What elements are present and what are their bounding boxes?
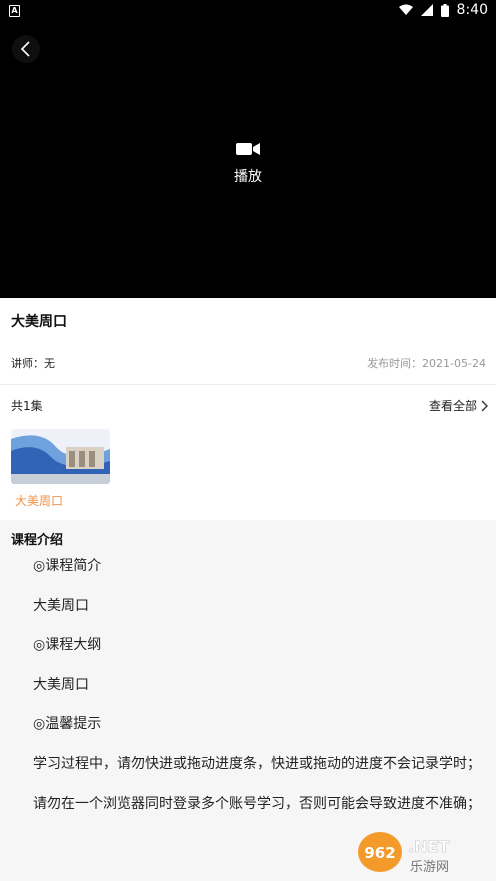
chevron-left-icon (20, 41, 30, 57)
publish-date: 发布时间：2021-05-24 (367, 357, 486, 370)
status-bar: A 8:40 (0, 0, 496, 21)
episode-thumbnail[interactable] (11, 429, 110, 484)
a-icon: A (9, 5, 20, 17)
divider (0, 384, 496, 385)
view-all-link[interactable]: 查看全部 (429, 397, 488, 414)
intro-paragraph: ◎课程简介 (33, 558, 102, 574)
svg-text:962: 962 (364, 844, 395, 862)
intro-paragraph: ◎课程大纲 (33, 637, 102, 654)
status-time: 8:40 (456, 2, 488, 18)
back-button[interactable] (12, 35, 40, 63)
chevron-right-icon (481, 400, 488, 411)
watermark-logo: 962 .NET 乐游网 (356, 827, 492, 877)
teacher-label: 讲师：无 (11, 357, 55, 370)
thumbnail-image (11, 429, 110, 484)
wifi-icon (398, 4, 413, 15)
play-label: 播放 (234, 169, 262, 185)
battery-icon (440, 3, 449, 17)
view-all-label: 查看全部 (428, 399, 477, 413)
intro-paragraph: 大美周口 (33, 676, 89, 693)
play-button[interactable]: 播放 (0, 141, 496, 186)
episode-count: 共1集 (11, 399, 43, 413)
intro-paragraph: 学习过程中，请勿快进或拖动进度条，快进或拖动的进度不会记录学时； (33, 755, 481, 772)
intro-paragraph: 大美周口 (33, 597, 89, 614)
video-camera-icon (236, 143, 260, 155)
intro-title: 课程介绍 (11, 533, 64, 548)
episode-title[interactable]: 大美周口 (15, 492, 63, 509)
intro-content: ◎课程简介 大美周口 ◎课程大纲 大美周口 ◎温馨提示 学习过程中，请勿快进或拖… (9, 554, 488, 831)
video-player[interactable]: 播放 (0, 21, 496, 298)
course-title: 大美周口 (11, 314, 67, 330)
signal-icon (420, 4, 433, 16)
intro-paragraph: 请勿在一个浏览器同时登录多个账号学习，否则可能会导致进度不准确； (33, 795, 481, 812)
svg-text:乐游网: 乐游网 (410, 860, 449, 875)
intro-paragraph: ◎温馨提示 (33, 716, 102, 733)
svg-text:.NET: .NET (408, 837, 449, 856)
